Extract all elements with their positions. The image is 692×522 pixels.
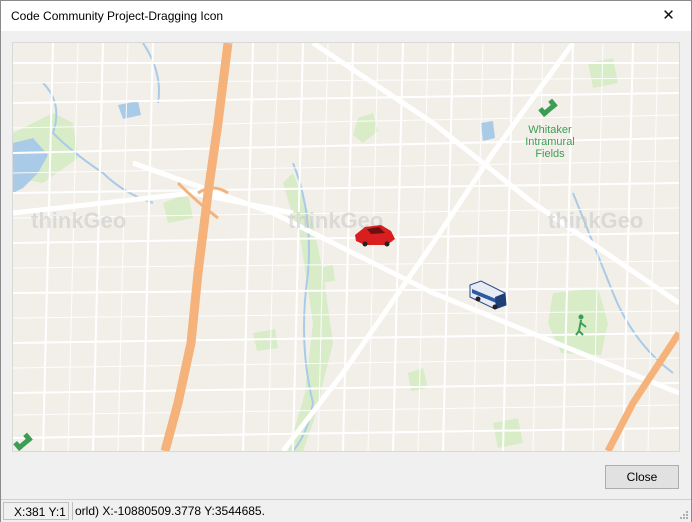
watermark-text: thinkGeo <box>548 208 643 233</box>
screen-coordinates: X:381 Y:1 <box>3 502 69 520</box>
place-label: Fields <box>535 148 565 160</box>
window-title: Code Community Project-Dragging Icon <box>11 9 224 23</box>
close-button[interactable]: Close <box>605 465 679 489</box>
watermark-text: thinkGeo <box>31 208 126 233</box>
status-bar: X:381 Y:1 orld) X:-10880509.3778 Y:35446… <box>1 499 691 522</box>
resize-grip-icon[interactable] <box>679 510 689 520</box>
place-label: Intramural <box>525 136 575 148</box>
world-coordinates: orld) X:-10880509.3778 Y:3544685.31 <box>72 502 265 520</box>
window-close-icon[interactable]: ✕ <box>646 1 691 31</box>
map-view[interactable]: thinkGeo thinkGeo thinkGeo Whitaker Intr… <box>12 42 680 452</box>
title-bar: Code Community Project-Dragging Icon ✕ <box>1 1 691 31</box>
app-window: Code Community Project-Dragging Icon ✕ t… <box>0 0 692 522</box>
place-label: Whitaker <box>528 124 572 136</box>
